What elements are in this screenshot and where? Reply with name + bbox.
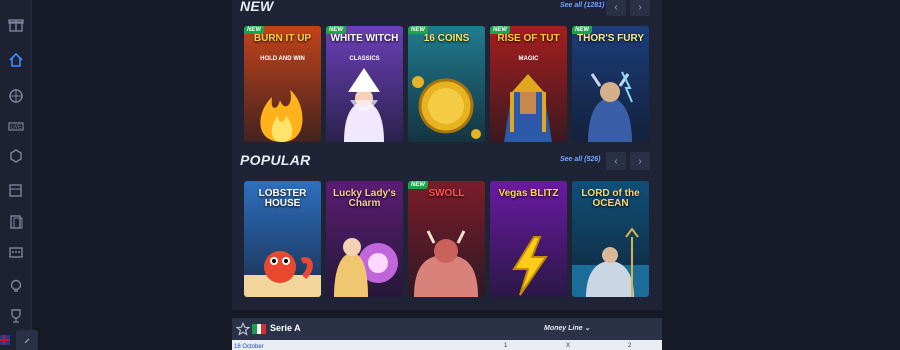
game-artwork: [260, 90, 303, 142]
game-artwork: [412, 76, 481, 139]
game-artwork: [344, 68, 384, 142]
chevron-left-icon: ‹: [614, 155, 618, 167]
game-title: SWOLL: [428, 188, 465, 199]
game-tile[interactable]: RISE OF TUT MAGIC NEW: [490, 26, 567, 142]
market-label: Money Line: [544, 325, 583, 332]
next-arrow-button[interactable]: ›: [630, 152, 650, 170]
game-artwork: [512, 236, 548, 296]
game-title: Vegas BLITZ: [498, 188, 559, 199]
casino-panel: NEW See all (1281) ‹ › BURN IT UP HOLD AN…: [232, 0, 662, 310]
popular-games-row: LOBSTER HOUSE Lucky Lady's Charm SWOLL NEW V…: [244, 181, 652, 297]
game-tile[interactable]: 16 COINS NEW: [408, 26, 485, 142]
new-badge: NEW: [326, 26, 346, 34]
chevron-right-icon: ›: [638, 1, 642, 13]
game-title: LORD of the OCEAN: [581, 188, 640, 209]
language-chat-bar: [0, 330, 40, 350]
game-artwork: [244, 251, 321, 297]
section-header-popular: POPULAR See all (526) ‹ ›: [240, 152, 654, 172]
game-tile[interactable]: LOBSTER HOUSE: [244, 181, 321, 297]
new-badge: NEW: [572, 26, 592, 34]
game-tile[interactable]: SWOLL NEW: [408, 181, 485, 297]
slots-icon[interactable]: [4, 178, 28, 202]
chevron-right-icon: ›: [638, 155, 642, 167]
section-header-new: NEW See all (1281) ‹ ›: [240, 0, 654, 18]
game-title: LOBSTER HOUSE: [258, 188, 307, 209]
match-date: 18 October: [234, 344, 264, 350]
game-artwork: [414, 230, 478, 297]
prev-arrow-button[interactable]: ‹: [606, 152, 626, 170]
sports-ball-icon[interactable]: [4, 84, 28, 108]
game-title: WHITE WITCH: [330, 33, 399, 44]
casino-icon[interactable]: [4, 144, 28, 168]
cards-icon[interactable]: [4, 210, 28, 234]
edit-icon: [24, 338, 30, 344]
game-title: Lucky Lady's Charm: [333, 188, 396, 209]
live-icon[interactable]: LIVE: [4, 114, 28, 138]
trophy-icon[interactable]: [4, 304, 28, 328]
star-icon[interactable]: [236, 322, 250, 336]
sports-header: Serie A Money Line ⌄: [232, 318, 662, 340]
game-tile[interactable]: BURN IT UP HOLD AND WIN NEW: [244, 26, 321, 142]
uk-flag-icon[interactable]: [0, 335, 10, 345]
game-subtitle: CLASSICS: [349, 56, 380, 62]
prev-arrow-button[interactable]: ‹: [606, 0, 626, 16]
game-title: THOR'S FURY: [576, 33, 644, 44]
new-badge: NEW: [490, 26, 510, 34]
svg-text:LIVE: LIVE: [11, 125, 23, 131]
italy-flag-icon: [252, 324, 267, 334]
lottery-icon[interactable]: [4, 240, 28, 264]
market-selector[interactable]: Money Line ⌄: [544, 324, 590, 332]
odds-header-1: 1: [504, 343, 508, 349]
game-title: RISE OF TUT: [497, 33, 560, 44]
see-all-link[interactable]: See all (1281): [560, 2, 604, 9]
game-title: 16 COINS: [423, 33, 470, 44]
game-subtitle: HOLD AND WIN: [260, 56, 305, 62]
odds-header-x: X: [566, 343, 571, 349]
new-games-row: BURN IT UP HOLD AND WIN NEW WHITE WITCH CLAS…: [244, 26, 652, 142]
game-artwork: [572, 227, 649, 297]
game-artwork: [504, 74, 552, 142]
gift-icon[interactable]: [4, 12, 28, 36]
sports-widget: Serie A Money Line ⌄ 18 October 1 X 2: [232, 318, 662, 350]
game-subtitle: MAGIC: [518, 56, 539, 62]
see-all-link[interactable]: See all (526): [560, 156, 600, 163]
new-badge: NEW: [244, 26, 264, 34]
game-tile[interactable]: LORD of the OCEAN: [572, 181, 649, 297]
chat-button[interactable]: [16, 330, 38, 350]
chevron-left-icon: ‹: [614, 1, 618, 13]
league-name[interactable]: Serie A: [270, 323, 301, 333]
chevron-down-icon: ⌄: [584, 325, 591, 332]
next-arrow-button[interactable]: ›: [630, 0, 650, 16]
game-tile[interactable]: Lucky Lady's Charm: [326, 181, 403, 297]
game-tile[interactable]: WHITE WITCH CLASSICS NEW: [326, 26, 403, 142]
game-artwork: [334, 238, 398, 297]
game-artwork: [588, 71, 633, 142]
game-tile[interactable]: THOR'S FURY NEW: [572, 26, 649, 142]
game-tile[interactable]: Vegas BLITZ: [490, 181, 567, 297]
left-sidebar: LIVE: [0, 0, 32, 350]
game-title: BURN IT UP: [253, 33, 312, 44]
section-title: NEW: [240, 0, 274, 14]
lightbulb-icon[interactable]: [4, 274, 28, 298]
new-badge: NEW: [408, 26, 428, 34]
home-icon[interactable]: [4, 48, 28, 72]
section-title: POPULAR: [240, 152, 311, 168]
odds-header-2: 2: [628, 343, 632, 349]
new-badge: NEW: [408, 181, 428, 189]
